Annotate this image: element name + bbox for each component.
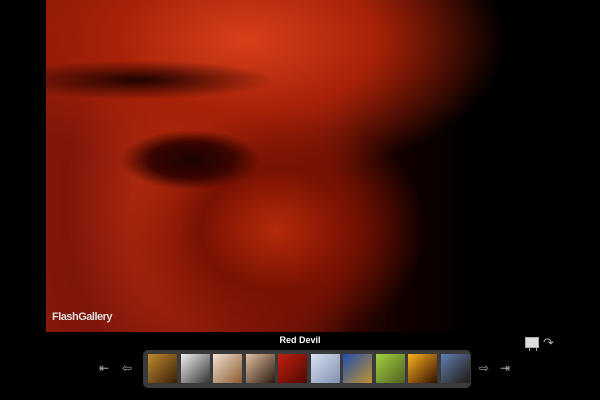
thumbnail[interactable]: [440, 354, 470, 383]
thumbnail[interactable]: [278, 354, 307, 383]
thumbnail[interactable]: [310, 354, 340, 383]
rotate-icon[interactable]: ↷: [543, 335, 554, 351]
previous-button[interactable]: ⇦: [122, 362, 132, 374]
thumbnail[interactable]: [148, 354, 177, 383]
thumbnail[interactable]: [213, 354, 242, 383]
next-button[interactable]: ⇨: [479, 362, 489, 374]
photo-shadow: [46, 60, 276, 100]
thumbnail[interactable]: [245, 354, 275, 383]
photo-title: Red Devil: [279, 335, 321, 345]
main-photo[interactable]: [46, 0, 554, 332]
thumbnail[interactable]: [375, 354, 405, 383]
first-button[interactable]: ⇤: [99, 362, 109, 374]
thumbnail-strip: [143, 350, 471, 388]
thumbnail[interactable]: [408, 354, 437, 383]
flashgallery-logo: FlashGallery: [52, 311, 113, 323]
thumbnail[interactable]: [180, 354, 210, 383]
last-button[interactable]: ⇥: [500, 362, 510, 374]
thumbnail[interactable]: [343, 354, 372, 383]
slideshow-icon[interactable]: [525, 337, 539, 351]
